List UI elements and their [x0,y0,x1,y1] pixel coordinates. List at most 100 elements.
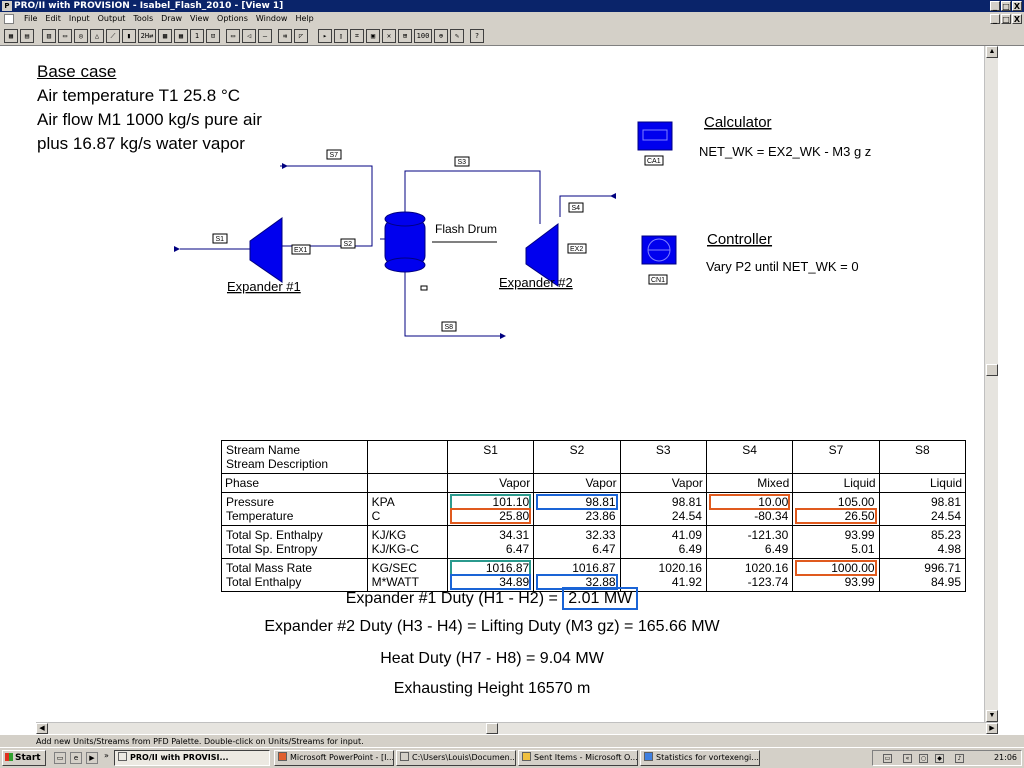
doc-restore-button[interactable]: □ [1001,14,1011,24]
vertical-scrollbar[interactable]: ▲ ▼ [984,46,998,722]
internet-explorer-icon[interactable]: e [70,752,82,764]
stream-tag-s3[interactable]: S3 [454,156,470,167]
phase-label: Phase [221,473,368,493]
menu-output[interactable]: Output [94,12,130,26]
line-tool-icon[interactable]: — [258,29,272,43]
number-tool-icon[interactable]: 1 [190,29,204,43]
security-icon[interactable]: ○ [919,754,928,763]
chart-tool-icon[interactable]: ⟋ [106,29,120,43]
menu-file[interactable]: File [20,12,41,26]
scroll-down-icon[interactable]: ▼ [986,710,998,722]
table-tool-icon[interactable]: ▦ [174,29,188,43]
tray-expand-icon[interactable]: « [903,754,912,763]
vertical-scroll-thumb[interactable] [986,364,998,376]
task-label: Sent Items - Microsoft O... [534,753,638,762]
flash-drum-unit[interactable]: Flash Drum [384,211,497,291]
zoom-100-icon[interactable]: 100 [414,29,432,43]
stream-tag-s1[interactable]: S1 [212,233,228,244]
minimize-button[interactable]: _ [990,1,1000,11]
run-tool-icon[interactable]: ◸ [294,29,308,43]
menu-window[interactable]: Window [252,12,292,26]
close-button[interactable]: X [1012,1,1022,11]
menu-draw[interactable]: Draw [157,12,186,26]
mix-tool-icon[interactable]: ▩ [158,29,172,43]
move-tool-icon[interactable]: ⊞ [398,29,412,43]
sheet-tool-icon[interactable]: ▥ [42,29,56,43]
exhausting-height: Exhausting Height 16570 m [393,680,591,697]
scroll-right-icon[interactable]: ▶ [986,723,998,734]
arrow-left-tool-icon[interactable]: ◁ [242,29,256,43]
zoom-icon[interactable]: ⊕ [434,29,448,43]
quicklaunch-chevron[interactable]: » [104,751,109,760]
chart-bars-tool-icon[interactable]: ▮ [122,29,136,43]
task-powerpoint[interactable]: Microsoft PowerPoint - [I... [274,750,394,766]
draw-pencil-icon[interactable]: ✎ [450,29,464,43]
stream-tag-s4[interactable]: S4 [568,202,584,213]
expander-1-duty-value: 2.01 MW [562,587,639,610]
units-tool-icon[interactable]: 2H⇄ [138,29,156,43]
expander-1-unit[interactable]: EX1 Expander #1 [227,217,311,294]
play-tool-icon[interactable]: ▸ [318,29,332,43]
task-label: Microsoft PowerPoint - [I... [290,753,394,762]
display-tool-icon[interactable]: ▭ [58,29,72,43]
maximize-button[interactable]: □ [1001,1,1011,11]
horizontal-scrollbar[interactable]: ◀ ▶ [36,722,998,734]
task-browser[interactable]: Statistics for vortexengi... [640,750,760,766]
help-pointer-icon[interactable]: ? [470,29,484,43]
cell-pressure-s2: 98.81 [536,494,618,510]
stream-tool-icon[interactable]: ⇉ [278,29,292,43]
calculator-tool-icon[interactable]: ▦ [4,29,18,43]
volume-icon[interactable]: ♪ [955,754,964,763]
status-bar: Add new Units/Streams from PFD Palette. … [0,734,1024,747]
menu-input[interactable]: Input [65,12,94,26]
table-row-enthalpy-entropy: Total Sp. Enthalpy Total Sp. Entropy KJ/K… [221,525,967,559]
start-button[interactable]: Start [2,750,46,766]
cell-mass-rate-s4: 1020.16 [744,561,789,575]
stream-tag-s8[interactable]: S8 [441,321,457,332]
network-icon[interactable]: ◆ [935,754,944,763]
rect-tool-icon[interactable]: ▭ [226,29,240,43]
menu-tools[interactable]: Tools [129,12,157,26]
horizontal-scroll-thumb[interactable] [486,723,498,734]
menu-edit[interactable]: Edit [41,12,65,26]
task-explorer[interactable]: C:\Users\Louis\Documen... [396,750,516,766]
phase-s4: Mixed [705,473,794,493]
controller-unit[interactable]: CN1 Controller Vary P2 until NET_WK = 0 [641,231,859,285]
scroll-up-icon[interactable]: ▲ [986,46,998,58]
media-player-icon[interactable]: ▶ [86,752,98,764]
step-tool-icon[interactable]: ▯ [334,29,348,43]
stream-tag-s7[interactable]: S7 [326,149,342,160]
cell-mass-rate-s2: 1016.87 [572,561,616,575]
show-desktop-icon[interactable]: ▭ [54,752,66,764]
expander-2-tag: EX2 [570,246,583,253]
stream-s3-line [404,170,541,224]
menu-options[interactable]: Options [213,12,252,26]
doc-close-button[interactable]: X [1012,14,1022,24]
document-icon[interactable] [4,14,14,24]
cell-temperature-s1: 25.80 [449,508,532,524]
task-proii[interactable]: PRO/II with PROVISI... [114,750,270,766]
ruler-tool-icon[interactable]: ⌗ [350,29,364,43]
task-outlook[interactable]: Sent Items - Microsoft O... [518,750,638,766]
expander-2-unit[interactable]: EX2 Expander #2 [499,223,587,290]
grid-tool-icon[interactable]: ▣ [366,29,380,43]
scroll-left-icon[interactable]: ◀ [36,723,48,734]
menu-help[interactable]: Help [291,12,317,26]
stream-table[interactable]: Stream Name Stream Description S1 S2 S3 S… [221,440,967,592]
stream-tag-s2[interactable]: S2 [340,238,356,249]
process-flow-diagram[interactable]: S1 S2 S3 S4 S7 S8 EX1 Expander #1 Flash … [0,46,984,386]
doc-minimize-button[interactable]: _ [990,14,1000,24]
pump-tool-icon[interactable]: ◎ [74,29,88,43]
menu-view[interactable]: View [186,12,213,26]
printer-icon[interactable]: ▭ [883,754,892,763]
header-s3: S3 [619,440,707,474]
calculator-desc: NET_WK = EX2_WK - M3 g z [699,144,871,159]
save-tool-icon[interactable]: ▤ [20,29,34,43]
calculator-unit[interactable]: CA1 Calculator NET_WK = EX2_WK - M3 g z [637,114,871,166]
row-label: Total Enthalpy [226,575,302,589]
alarm-tool-icon[interactable]: △ [90,29,104,43]
flag-tool-icon[interactable]: ⊡ [206,29,220,43]
stream-s7-line [280,165,373,224]
flowsheet-canvas[interactable]: Base case Air temperature T1 25.8 °C Air… [0,46,984,722]
delete-tool-icon[interactable]: ✕ [382,29,396,43]
